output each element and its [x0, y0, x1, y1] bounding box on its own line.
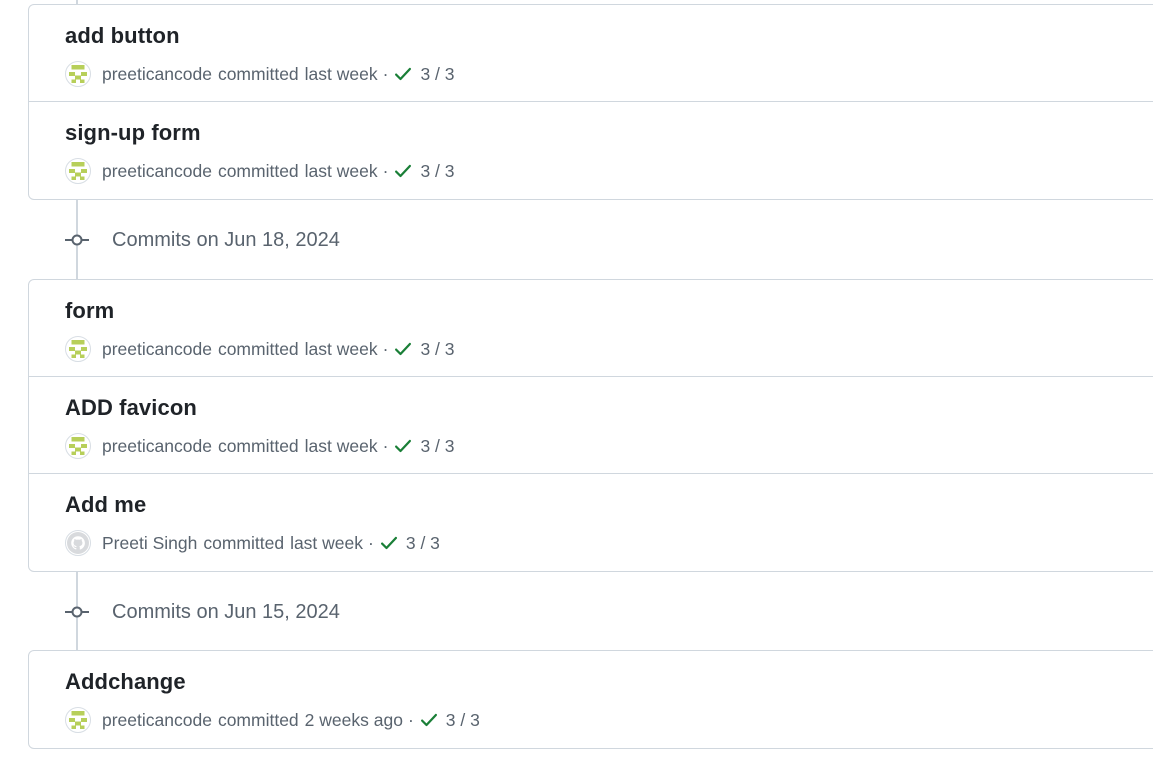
checks-status[interactable]: 3 / 3 — [406, 533, 440, 554]
commit-author-link[interactable]: preeticancode — [102, 64, 212, 85]
commit-action-text: committed — [203, 532, 285, 553]
identicon-avatar-icon[interactable] — [65, 433, 91, 459]
commit-title-link[interactable]: add button — [65, 23, 180, 49]
commit-author-link[interactable]: preeticancode — [102, 161, 212, 182]
commit-action-text: committed — [217, 338, 299, 359]
identicon-avatar-icon[interactable] — [65, 707, 91, 733]
commit-time[interactable]: last week — [305, 64, 378, 85]
commit-title-link[interactable]: Add me — [65, 492, 146, 518]
commit-time[interactable]: last week — [305, 339, 378, 360]
commit-group: form preeticancode committed last week ·… — [28, 279, 1153, 572]
commit-time[interactable]: last week — [290, 533, 363, 554]
identicon-avatar-icon[interactable] — [65, 158, 91, 184]
github-avatar-icon[interactable] — [65, 530, 91, 556]
check-icon[interactable] — [379, 533, 399, 553]
commit-title-link[interactable]: form — [65, 298, 114, 324]
commit-author-link[interactable]: preeticancode — [102, 710, 212, 731]
git-commit-icon — [65, 606, 89, 618]
checks-status[interactable]: 3 / 3 — [446, 710, 480, 731]
commit-action-text: committed — [217, 160, 299, 181]
commit-title-link[interactable]: sign-up form — [65, 120, 201, 146]
commit-group: Addchange preeticancode committed 2 week… — [28, 650, 1153, 749]
commit-meta: Preeti Singh committed last week · 3 / 3 — [65, 530, 440, 556]
checks-status[interactable]: 3 / 3 — [420, 64, 454, 85]
commit-meta: preeticancode committed last week · 3 / … — [65, 433, 455, 459]
identicon-avatar-icon[interactable] — [65, 336, 91, 362]
check-icon[interactable] — [393, 339, 413, 359]
git-commit-icon — [65, 234, 89, 246]
date-header: Commits on Jun 18, 2024 — [64, 227, 340, 253]
commit-meta: preeticancode committed 2 weeks ago · 3 … — [65, 707, 480, 733]
checks-status[interactable]: 3 / 3 — [420, 339, 454, 360]
commit-meta: preeticancode committed last week · 3 / … — [65, 158, 455, 184]
commit-row: Add me Preeti Singh committed last week … — [29, 474, 1153, 571]
commit-time[interactable]: last week — [305, 436, 378, 457]
commit-row: Addchange preeticancode committed 2 week… — [29, 651, 1153, 748]
meta-separator: · — [368, 532, 374, 553]
commit-action-text: committed — [217, 709, 299, 730]
check-icon[interactable] — [393, 436, 413, 456]
commit-action-text: committed — [217, 435, 299, 456]
commit-action-text: committed — [217, 63, 299, 84]
commit-author-link[interactable]: Preeti Singh — [102, 533, 197, 554]
meta-separator: · — [382, 160, 389, 181]
commit-row: form preeticancode committed last week ·… — [29, 280, 1153, 377]
commit-title-link[interactable]: ADD favicon — [65, 395, 197, 421]
commit-time[interactable]: 2 weeks ago — [305, 710, 403, 731]
commit-row: add button preeticancode committed last … — [29, 5, 1153, 102]
commit-meta: preeticancode committed last week · 3 / … — [65, 336, 455, 362]
commit-author-link[interactable]: preeticancode — [102, 339, 212, 360]
checks-status[interactable]: 3 / 3 — [420, 161, 454, 182]
meta-separator: · — [382, 63, 389, 84]
commit-row: sign-up form preeticancode committed las… — [29, 102, 1153, 199]
meta-separator: · — [382, 435, 389, 456]
commit-time[interactable]: last week — [305, 161, 378, 182]
commit-group: add button preeticancode committed last … — [28, 4, 1153, 200]
commit-author-link[interactable]: preeticancode — [102, 436, 212, 457]
check-icon[interactable] — [419, 710, 439, 730]
checks-status[interactable]: 3 / 3 — [420, 436, 454, 457]
commit-meta: preeticancode committed last week · 3 / … — [65, 61, 455, 87]
check-icon[interactable] — [393, 64, 413, 84]
date-header-label: Commits on Jun 15, 2024 — [112, 600, 340, 623]
commit-row: ADD favicon preeticancode committed last… — [29, 377, 1153, 474]
meta-separator: · — [407, 709, 414, 730]
meta-separator: · — [382, 338, 389, 359]
check-icon[interactable] — [393, 161, 413, 181]
identicon-avatar-icon[interactable] — [65, 61, 91, 87]
commit-title-link[interactable]: Addchange — [65, 669, 186, 695]
date-header-label: Commits on Jun 18, 2024 — [112, 228, 340, 251]
date-header: Commits on Jun 15, 2024 — [64, 599, 340, 625]
